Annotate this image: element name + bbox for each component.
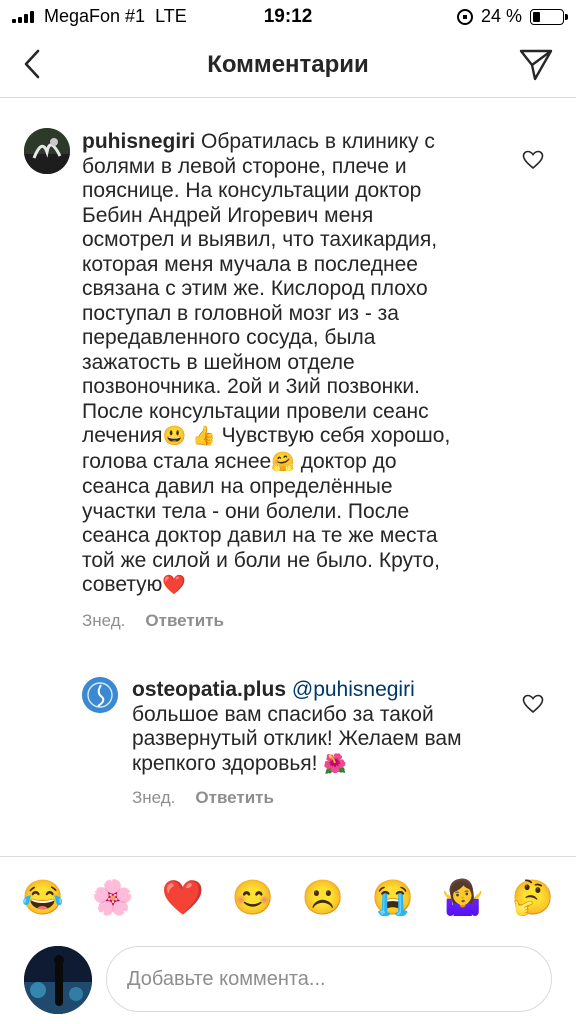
hibiscus-emoji: 🌺 xyxy=(323,753,348,775)
like-heart-icon[interactable] xyxy=(522,694,544,714)
reply-time: Знед. xyxy=(132,788,176,807)
comment-username[interactable]: puhisnegiri xyxy=(82,130,195,153)
comment-line: передавленного сосуда, была xyxy=(82,326,376,349)
comment-body: puhisnegiri Обратилась в клинику с болям… xyxy=(82,130,482,599)
comment-line: Обратилась в клинику с xyxy=(201,130,435,153)
emoji-heart-button[interactable]: ❤️ xyxy=(156,878,210,918)
emoji-laugh-button[interactable]: 😂 xyxy=(16,878,70,918)
comment-line: осмотрел и выявил, что тахикардия, xyxy=(82,228,438,251)
thumbs-up-emoji: 👍 xyxy=(192,426,216,447)
status-right: 24 % xyxy=(456,6,568,27)
reply-button[interactable]: Ответить xyxy=(195,788,274,807)
avatar[interactable] xyxy=(24,128,70,174)
hug-emoji: 🤗 xyxy=(271,451,295,473)
status-bar: MegaFon #1 LTE 19:12 24 % xyxy=(0,0,576,34)
comment-line: лечения xyxy=(82,424,163,447)
comment-meta: Знед. Ответить xyxy=(82,611,224,631)
emoji-thinking-button[interactable]: 🤔 xyxy=(506,878,560,918)
emoji-shrug-button[interactable]: 🤷‍♀️ xyxy=(436,878,490,918)
reply-button[interactable]: Ответить xyxy=(145,611,224,630)
comment-line: советую xyxy=(82,573,163,596)
reply-avatar[interactable] xyxy=(82,677,118,713)
battery-fill xyxy=(533,11,540,22)
avatar-image xyxy=(24,946,92,1014)
comment-line: сеанса давил на определённые xyxy=(82,475,393,498)
heart-emoji: ❤️ xyxy=(162,575,187,596)
comment-line: Чувствую себя хорошо, xyxy=(221,424,451,447)
send-icon[interactable] xyxy=(518,46,554,82)
comment-line: пояснице. На консультации доктор xyxy=(82,179,422,202)
comment-composer xyxy=(0,938,576,1024)
smile-emoji: 😃 xyxy=(162,426,187,447)
battery-percent: 24 % xyxy=(480,6,522,26)
comment-line: голова стала яснее xyxy=(82,449,272,473)
like-heart-icon[interactable] xyxy=(522,150,544,170)
comment-line: связана с этим же. Кислород плохо xyxy=(82,277,428,300)
comment-line: Бебин Андрей Игоревич меня xyxy=(82,203,374,227)
reply-body: osteopatia.plus @puhisnegiri большое вам… xyxy=(132,678,512,777)
reply-username[interactable]: osteopatia.plus xyxy=(132,678,286,701)
nav-bar: Комментарии xyxy=(0,34,576,98)
emoji-blossom-button[interactable]: 🌸 xyxy=(86,878,140,918)
comment-input[interactable] xyxy=(107,947,551,1011)
avatar-image xyxy=(82,677,118,713)
comment-line: сеанса доктор давил на те же места xyxy=(82,524,438,547)
comment-line: зажатость в шейном отделе xyxy=(82,350,355,374)
reply-line: развернутый отклик! Желаем вам xyxy=(132,727,462,750)
comment-line: поступал в головной мозг из - за xyxy=(82,301,399,325)
mention-link[interactable]: @puhisnegiri xyxy=(292,678,415,701)
comment-input-box[interactable] xyxy=(106,946,552,1012)
emoji-cry-button[interactable]: 😭 xyxy=(366,878,420,918)
emoji-smile-button[interactable]: 😊 xyxy=(226,878,280,918)
avatar-image xyxy=(24,128,70,174)
comment-time: Знед. xyxy=(82,611,126,630)
orientation-lock-icon xyxy=(456,8,473,25)
comment-line: участки тела - они болели. После xyxy=(82,499,410,523)
battery-icon xyxy=(530,8,568,25)
emoji-frown-button[interactable]: ☹️ xyxy=(296,878,350,918)
comment-line: доктор до xyxy=(300,449,397,473)
reply-line: большое вам спасибо за такой xyxy=(132,702,434,726)
emoji-bar: 😂 🌸 ❤️ 😊 ☹️ 😭 🤷‍♀️ 🤔 xyxy=(0,856,576,938)
comment-line: После консультации провели сеанс xyxy=(82,399,429,423)
comment-line: позвоночника. 2ой и 3ий позвонки. xyxy=(82,375,420,398)
comment-line: болями в левой стороне, плече и xyxy=(82,154,407,178)
reply-line: крепкого здоровья! xyxy=(132,751,318,775)
comment-line: которая меня мучала в последнее xyxy=(82,252,418,276)
comment-line: той же силой и боли не было. Круто, xyxy=(82,548,440,572)
my-avatar xyxy=(24,946,92,1014)
reply-meta: Знед. Ответить xyxy=(132,788,274,808)
page-title: Комментарии xyxy=(207,51,369,78)
